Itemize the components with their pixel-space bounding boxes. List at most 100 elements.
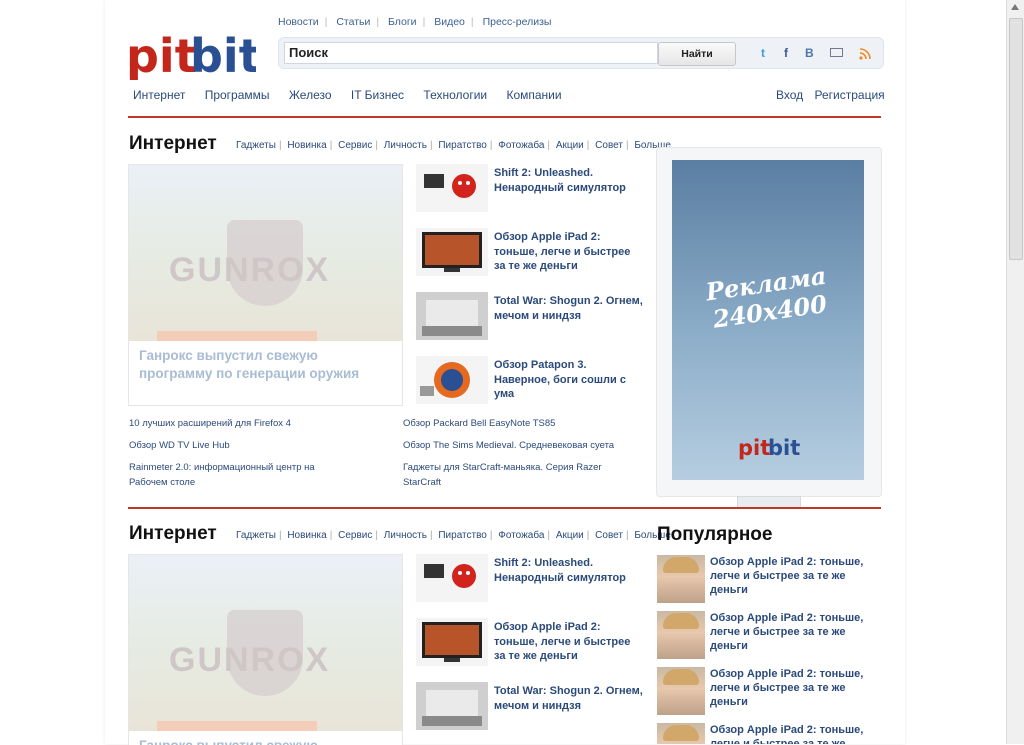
news-thumbnail[interactable] (416, 682, 488, 730)
feature-caption[interactable]: Ганрокс выпустил свежую программу по ген… (139, 347, 389, 383)
feature-image[interactable]: GUNROX (129, 165, 402, 341)
nav-programs[interactable]: Программы (205, 88, 270, 102)
svg-text:bit: bit (190, 32, 256, 80)
gunrox-logo-image: GUNROX (169, 641, 331, 679)
author-avatar[interactable] (657, 611, 705, 659)
tag-link[interactable]: Пиратство (438, 530, 487, 541)
nav-it-business[interactable]: IT Бизнес (351, 88, 404, 102)
top-link-news[interactable]: Новости (278, 16, 319, 28)
tag-link[interactable]: Фотожаба (498, 530, 544, 541)
popular-item-title[interactable]: Обзор Apple iPad 2: тоньше, легче и быст… (710, 667, 880, 709)
section-tags: Гаджеты | Новинка | Сервис | Личность | Пира… (236, 140, 671, 151)
svg-text:pit: pit (738, 436, 770, 460)
news-link[interactable]: 10 лучших расширений для Firefox 4 (129, 417, 379, 432)
ad-text: Реклама 240x400 (669, 257, 867, 339)
image-bar (157, 721, 317, 731)
rss-icon[interactable] (859, 47, 871, 60)
login-link[interactable]: Вход (776, 88, 803, 102)
news-title[interactable]: Total War: Shogun 2. Огнем, мечом и нинд… (494, 684, 644, 713)
gunrox-logo-image: GUNROX (169, 251, 331, 289)
search-input[interactable]: Поиск (284, 42, 658, 64)
ad-logo: pitbit (738, 436, 800, 460)
news-title[interactable]: Total War: Shogun 2. Огнем, мечом и нинд… (494, 294, 644, 323)
scrollbar-thumb[interactable] (1009, 18, 1023, 260)
tag-link[interactable]: Акции (556, 530, 584, 541)
facebook-icon[interactable]: f (784, 46, 788, 60)
top-link-video[interactable]: Видео (434, 16, 465, 28)
nav-hardware[interactable]: Железо (289, 88, 332, 102)
top-link-blogs[interactable]: Блоги (388, 16, 417, 28)
vkontakte-icon[interactable]: B (805, 46, 814, 60)
tag-link[interactable]: Совет (595, 140, 623, 151)
tag-link[interactable]: Пиратство (438, 140, 487, 151)
register-link[interactable]: Регистрация (815, 88, 885, 102)
news-thumbnail[interactable] (416, 618, 488, 666)
twitter-icon[interactable]: t (761, 46, 765, 60)
news-title[interactable]: Обзор Apple iPad 2: тоньше, легче и быст… (494, 230, 644, 274)
nav-companies[interactable]: Компании (506, 88, 561, 102)
news-thumbnail[interactable] (416, 164, 488, 212)
nav-technologies[interactable]: Технологии (423, 88, 487, 102)
news-link[interactable]: Обзор The Sims Medieval. Средневековая с… (403, 439, 643, 454)
feature-card[interactable]: GUNROX Ганрокс выпустил свежую программу… (128, 164, 403, 406)
section-title[interactable]: Интернет (129, 523, 217, 545)
news-thumbnail[interactable] (416, 356, 488, 404)
tag-link[interactable]: Сервис (338, 530, 372, 541)
tag-link[interactable]: Новинка (287, 140, 326, 151)
tag-link[interactable]: Совет (595, 530, 623, 541)
news-link[interactable]: Обзор Packard Bell EasyNote TS85 (403, 417, 643, 432)
popular-item-title[interactable]: Обзор Apple iPad 2: тоньше, легче и быст… (710, 611, 880, 653)
news-title[interactable]: Shift 2: Unleashed. Ненародный симулятор (494, 556, 644, 585)
pitbit-logo[interactable]: pit bit (128, 32, 256, 80)
svg-text:pit: pit (128, 32, 197, 80)
popular-item[interactable]: Обзор Apple iPad 2: тоньше, легче и быст… (657, 667, 881, 717)
tag-link[interactable]: Фотожаба (498, 140, 544, 151)
svg-text:bit: bit (768, 436, 800, 460)
news-link[interactable]: Гаджеты для StarCraft-маньяка. Серия Raz… (403, 461, 628, 490)
popular-item[interactable]: Обзор Apple iPad 2: тоньше, легче и быст… (657, 555, 881, 605)
tag-link[interactable]: Личность (384, 530, 427, 541)
vertical-scrollbar[interactable] (1006, 0, 1024, 744)
section-tags: Гаджеты | Новинка | Сервис | Личность | Пира… (236, 530, 671, 541)
popular-item-title[interactable]: Обзор Apple iPad 2: тоньше, легче и быст… (710, 555, 880, 597)
ad-image[interactable]: Реклама 240x400 pit bit (672, 160, 864, 480)
tag-link[interactable]: Сервис (338, 140, 372, 151)
top-link-press[interactable]: Пресс-релизы (483, 16, 552, 28)
news-title[interactable]: Обзор Apple iPad 2: тоньше, легче и быст… (494, 620, 644, 664)
news-link[interactable]: Rainmeter 2.0: информационный центр на Р… (129, 461, 339, 490)
mail-icon[interactable] (830, 48, 843, 57)
main-nav: Интернет Программы Железо IT Бизнес Техн… (133, 88, 578, 102)
author-avatar[interactable] (657, 723, 705, 744)
section-title[interactable]: Интернет (129, 133, 217, 155)
popular-item-title[interactable]: Обзор Apple iPad 2: тоньше, легче и быст… (710, 723, 880, 744)
auth-nav: Вход Регистрация (776, 88, 885, 102)
popular-title: Популярное (657, 524, 773, 545)
top-link-articles[interactable]: Статьи (336, 16, 370, 28)
news-thumbnail[interactable] (416, 554, 488, 602)
tag-link[interactable]: Гаджеты (236, 140, 276, 151)
section-divider (128, 507, 881, 509)
nav-internet[interactable]: Интернет (133, 88, 185, 102)
tag-link[interactable]: Личность (384, 140, 427, 151)
feature-card[interactable]: GUNROX Ганрокс выпустил свежую программу… (128, 554, 403, 745)
popular-item[interactable]: Обзор Apple iPad 2: тоньше, легче и быст… (657, 611, 881, 661)
tag-link[interactable]: Новинка (287, 530, 326, 541)
news-title[interactable]: Shift 2: Unleashed. Ненародный симулятор (494, 166, 644, 195)
news-title[interactable]: Обзор Patapon 3. Наверное, боги сошли с … (494, 358, 644, 402)
news-link[interactable]: Обзор WD TV Live Hub (129, 439, 379, 454)
tag-link[interactable]: Акции (556, 140, 584, 151)
news-thumbnail[interactable] (416, 292, 488, 340)
feature-image[interactable]: GUNROX (129, 555, 402, 731)
header-divider (128, 116, 881, 118)
popular-item[interactable]: Обзор Apple iPad 2: тоньше, легче и быст… (657, 723, 881, 744)
scroll-up-icon[interactable] (1011, 4, 1019, 10)
search-button[interactable]: Найти (658, 42, 736, 66)
author-avatar[interactable] (657, 555, 705, 603)
tag-link[interactable]: Гаджеты (236, 530, 276, 541)
news-thumbnail[interactable] (416, 228, 488, 276)
search-bar: Поиск Найти t f B (278, 37, 884, 69)
image-bar (157, 331, 317, 341)
top-links: Новости | Статьи | Блоги | Видео | Пресс-рел… (278, 16, 552, 28)
author-avatar[interactable] (657, 667, 705, 715)
ad-banner[interactable]: Реклама 240x400 pit bit (656, 147, 882, 508)
